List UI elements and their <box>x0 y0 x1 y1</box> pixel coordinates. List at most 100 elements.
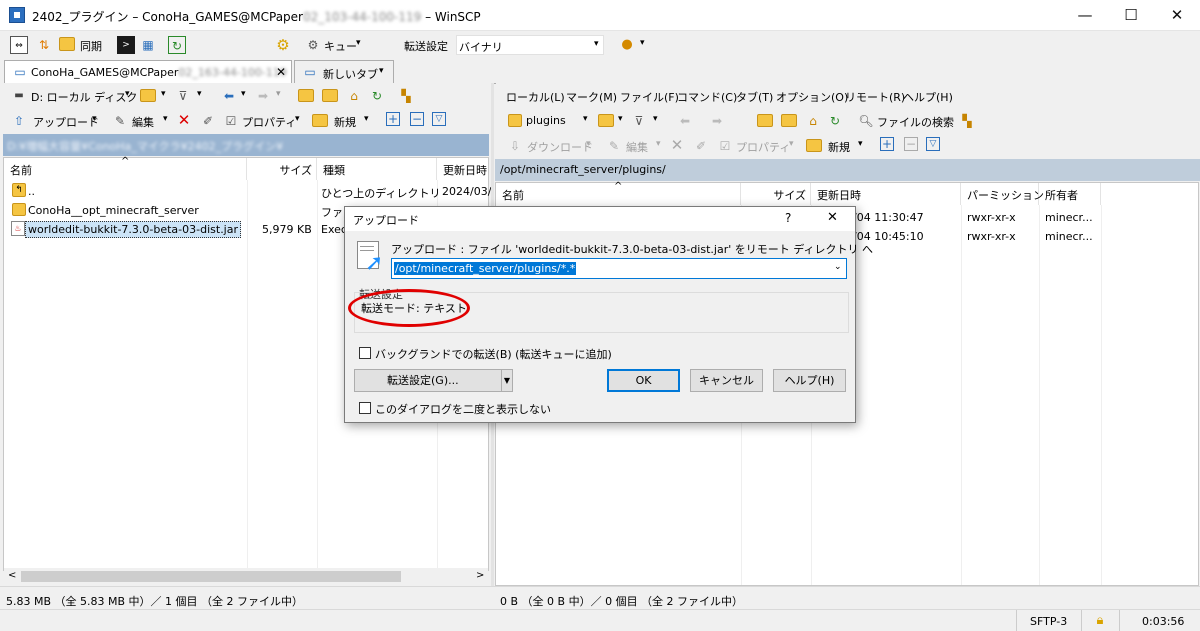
upload-button[interactable]: アップロード <box>33 114 99 130</box>
tab-new[interactable]: ▭ 新しいタブ ▾ <box>294 60 394 84</box>
chevron-down-icon[interactable]: ▾ <box>92 114 97 124</box>
open-folder-icon[interactable] <box>598 114 614 127</box>
sync-folder-icon[interactable] <box>59 37 75 51</box>
chevron-down-icon[interactable]: ▾ <box>241 89 246 99</box>
dialog-close-button[interactable]: ✕ <box>827 210 838 225</box>
tree-toggle-icon[interactable]: ▚ <box>958 112 976 130</box>
scroll-right-icon[interactable]: > <box>476 570 484 581</box>
home-icon[interactable]: ⌂ <box>804 112 822 130</box>
background-transfer-checkbox[interactable] <box>359 347 371 359</box>
scroll-left-icon[interactable]: < <box>8 570 16 581</box>
edit-button[interactable]: 編集 <box>132 114 154 130</box>
new-button[interactable]: 新規 <box>828 139 850 155</box>
chevron-down-icon[interactable]: ▾ <box>653 114 658 124</box>
right-path-bar[interactable]: /opt/minecraft_server/plugins/ <box>495 159 1200 181</box>
properties-button[interactable]: プロパティ <box>736 139 790 155</box>
menu-mark[interactable]: マーク(M) <box>566 89 617 105</box>
rename-icon[interactable]: ✐ <box>692 137 710 155</box>
edit-button[interactable]: 編集 <box>626 139 648 155</box>
chevron-down-icon[interactable]: ▾ <box>125 89 130 99</box>
preferences-gear-icon[interactable]: ⚙ <box>274 36 292 54</box>
forward-arrow-icon[interactable]: ➡ <box>708 112 726 130</box>
root-dir-icon[interactable] <box>322 89 338 102</box>
col-date[interactable]: 更新日時 <box>437 158 490 180</box>
chevron-down-icon[interactable]: ▾ <box>858 139 863 149</box>
filter-select-icon[interactable]: ▽ <box>926 137 940 151</box>
chevron-down-icon[interactable]: ▾ <box>656 139 661 149</box>
back-arrow-icon[interactable]: ⬅ <box>220 87 238 105</box>
col-owner[interactable]: 所有者 <box>1039 183 1101 205</box>
col-date[interactable]: 更新日時 <box>811 183 961 205</box>
filter-icon[interactable]: ⊽ <box>630 112 648 130</box>
close-tab-icon[interactable]: ✕ <box>276 65 286 79</box>
menu-help[interactable]: ヘルプ(H) <box>903 89 953 105</box>
menu-local[interactable]: ローカル(L) <box>506 89 565 105</box>
parent-dir-icon[interactable] <box>298 89 314 102</box>
color-icon[interactable]: ● <box>618 36 636 54</box>
delete-icon[interactable]: ✕ <box>668 136 686 154</box>
col-type[interactable]: 種類 <box>317 158 437 180</box>
synchronize-browse-icon[interactable]: ⇅ <box>35 36 53 54</box>
delete-icon[interactable]: ✕ <box>175 111 193 129</box>
select-plus-icon[interactable]: + <box>386 112 400 126</box>
minimize-button[interactable]: — <box>1062 0 1108 31</box>
remote-dir-select[interactable]: plugins <box>526 114 566 127</box>
file-row[interactable]: ↰ .. ひとつ上のディレクトリ 2024/03/ <box>4 182 491 201</box>
download-button[interactable]: ダウンロード <box>527 139 593 155</box>
parent-dir-icon[interactable] <box>757 114 773 127</box>
queue-label[interactable]: キュー <box>324 38 357 54</box>
refresh-icon[interactable]: ↻ <box>368 87 386 105</box>
chevron-down-icon[interactable]: ⌄ <box>834 262 842 272</box>
open-folder-icon[interactable] <box>140 89 156 102</box>
sync-label[interactable]: 同期 <box>80 38 102 54</box>
transfer-settings-button[interactable]: 転送設定(G)... <box>354 369 502 392</box>
dont-show-again-label[interactable]: このダイアログを二度と表示しない <box>375 401 551 417</box>
back-arrow-icon[interactable]: ⬅ <box>676 112 694 130</box>
tree-toggle-icon[interactable]: ▚ <box>397 87 415 105</box>
scroll-thumb[interactable] <box>21 571 401 582</box>
transfer-mode-select[interactable]: バイナリ ▾ <box>456 35 604 55</box>
col-permissions[interactable]: パーミッション <box>961 183 1044 205</box>
left-path-bar[interactable]: D:¥増幅大容量¥ConoHa_マイクラ¥2402_プラグイン¥ <box>3 134 489 156</box>
home-icon[interactable]: ⌂ <box>345 87 363 105</box>
chevron-down-icon[interactable]: ▾ <box>789 139 794 149</box>
menu-options[interactable]: オプション(O) <box>776 89 848 105</box>
chevron-down-icon[interactable]: ▾ <box>364 114 369 124</box>
chevron-down-icon[interactable]: ▾ <box>197 89 202 99</box>
root-dir-icon[interactable] <box>781 114 797 127</box>
new-button[interactable]: 新規 <box>334 114 356 130</box>
ok-button[interactable]: OK <box>607 369 680 392</box>
target-path-combobox[interactable]: /opt/minecraft_server/plugins/*.* ⌄ <box>391 258 847 279</box>
refresh-icon[interactable]: ↻ <box>826 112 844 130</box>
filter-icon[interactable]: ⊽ <box>174 87 192 105</box>
unselect-minus-icon[interactable]: − <box>904 137 918 151</box>
find-files-button[interactable]: ファイルの検索 <box>877 114 954 130</box>
chevron-down-icon[interactable]: ▾ <box>163 114 168 124</box>
cancel-button[interactable]: キャンセル <box>690 369 763 392</box>
menu-tab[interactable]: タブ(T) <box>736 89 773 105</box>
unselect-minus-icon[interactable]: − <box>410 112 424 126</box>
queue-icon[interactable]: ⚙ <box>304 36 322 54</box>
maximize-button[interactable]: ☐ <box>1108 0 1154 31</box>
menu-command[interactable]: コマンド(C) <box>677 89 737 105</box>
drive-select[interactable]: D: ローカル ディスク <box>31 89 137 105</box>
refresh-icon[interactable]: ↻ <box>168 36 186 54</box>
col-size[interactable]: サイズ <box>247 158 317 180</box>
close-window-button[interactable]: ✕ <box>1154 0 1200 31</box>
chevron-down-icon[interactable]: ▾ <box>356 38 361 48</box>
chevron-down-icon[interactable]: ▾ <box>161 89 166 99</box>
dont-show-again-checkbox[interactable] <box>359 402 371 414</box>
console-icon[interactable]: > <box>117 36 135 54</box>
lock-icon[interactable]: 🔒︎ <box>1091 612 1109 630</box>
left-horizontal-scrollbar[interactable]: < > <box>4 568 488 585</box>
chevron-down-icon[interactable]: ▾ <box>276 89 281 99</box>
menu-file[interactable]: ファイル(F) <box>620 89 679 105</box>
menu-remote[interactable]: リモート(R) <box>845 89 905 105</box>
compare-icon[interactable]: ⇔ <box>10 36 28 54</box>
help-question-icon[interactable]: ? <box>785 211 791 225</box>
help-button[interactable]: ヘルプ(H) <box>773 369 846 392</box>
tab-session[interactable]: ▭ ConoHa_GAMES@MCPaper02_163-44-100-119 … <box>4 60 292 84</box>
chevron-down-icon[interactable]: ▾ <box>640 38 645 48</box>
transfer-settings-dropdown[interactable]: ▼ <box>501 369 513 392</box>
chevron-down-icon[interactable]: ▾ <box>295 114 300 124</box>
